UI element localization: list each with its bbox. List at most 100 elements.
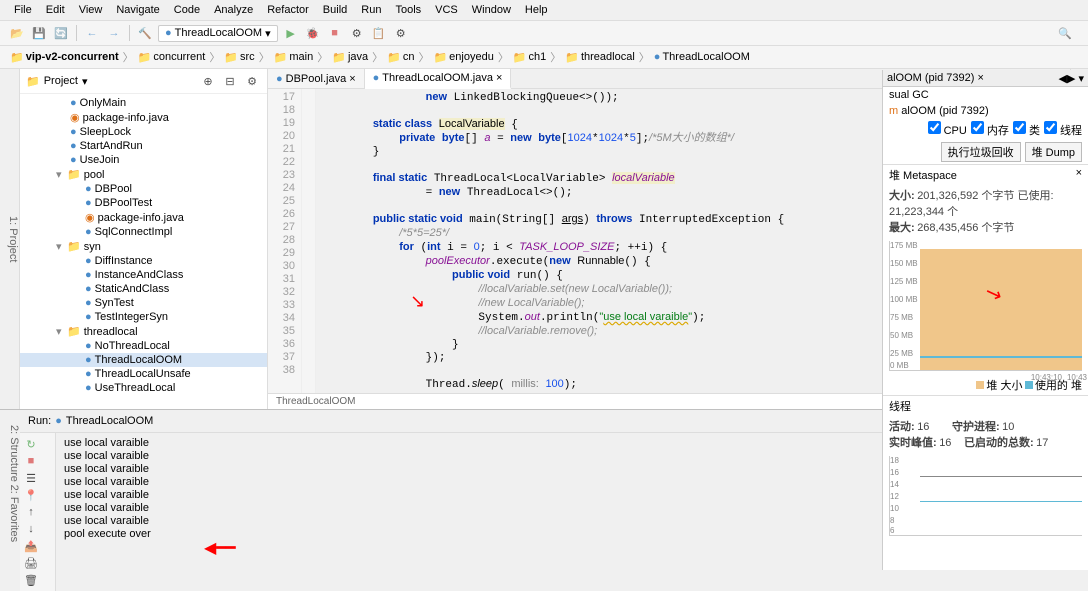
check-mem[interactable]: 内存 bbox=[971, 121, 1009, 138]
tree-item[interactable]: ● SynTest bbox=[20, 296, 267, 310]
tree-item[interactable]: ● UseJoin bbox=[20, 153, 267, 167]
target-icon[interactable]: ⊕ bbox=[199, 72, 217, 90]
profiler-sub[interactable]: sual GC bbox=[883, 87, 1088, 103]
stop-icon[interactable]: ■ bbox=[24, 454, 38, 468]
project-panel: 📁 Project ▾ ⊕ ⊟ ⚙ ● OnlyMain◉ package-in… bbox=[20, 69, 268, 409]
stop-icon[interactable]: ■ bbox=[326, 24, 344, 42]
rerun-icon[interactable]: ↻ bbox=[24, 437, 38, 451]
tree-item[interactable]: ● DBPoolTest bbox=[20, 196, 267, 210]
line-gutter[interactable]: 1718192021222324252627282930313233343536… bbox=[268, 89, 302, 393]
tree-item[interactable]: ● SleepLock bbox=[20, 125, 267, 139]
tree-item[interactable]: ◉ package-info.java bbox=[20, 110, 267, 125]
tree-item[interactable]: ● StaticAndClass bbox=[20, 282, 267, 296]
tree-item[interactable]: ▾📁 pool bbox=[20, 167, 267, 182]
bc-item[interactable]: 📁threadlocal bbox=[563, 51, 637, 64]
menu-help[interactable]: Help bbox=[519, 2, 554, 18]
chevron-down-icon: ▾ bbox=[265, 27, 271, 40]
menu-window[interactable]: Window bbox=[466, 2, 517, 18]
trash-icon[interactable]: 🗑 bbox=[24, 573, 38, 587]
menu-code[interactable]: Code bbox=[168, 2, 206, 18]
menu-tools[interactable]: Tools bbox=[389, 2, 427, 18]
check-class[interactable]: 类 bbox=[1013, 121, 1040, 138]
bc-item[interactable]: 📁src bbox=[222, 51, 256, 64]
open-icon[interactable]: 📂 bbox=[8, 24, 26, 42]
menu-view[interactable]: View bbox=[73, 2, 109, 18]
back-icon[interactable]: ← bbox=[83, 24, 101, 42]
icon-gutter[interactable] bbox=[302, 89, 316, 393]
tree-item[interactable]: ● TestIntegerSyn bbox=[20, 310, 267, 324]
heap-dump-button[interactable]: 堆 Dump bbox=[1025, 142, 1082, 162]
gear-icon[interactable]: ⚙ bbox=[243, 72, 261, 90]
heap-section-header[interactable]: 堆 Metaspace× bbox=[883, 164, 1088, 185]
menu-file[interactable]: File bbox=[8, 2, 38, 18]
close-icon[interactable]: × bbox=[496, 72, 502, 84]
sidebar-structure-tab[interactable]: 2: Structure bbox=[8, 425, 20, 482]
collapse-icon[interactable]: ⊟ bbox=[221, 72, 239, 90]
tree-item[interactable]: ● DBPool bbox=[20, 182, 267, 196]
menu-edit[interactable]: Edit bbox=[40, 2, 71, 18]
debug-icon[interactable]: 🐞 bbox=[304, 24, 322, 42]
up-icon[interactable]: ↑ bbox=[24, 505, 38, 519]
run-tab[interactable]: ThreadLocalOOM bbox=[66, 415, 153, 427]
print-icon[interactable]: 🖨 bbox=[24, 556, 38, 570]
left-tool-strip-2[interactable]: 2: Structure 2: Favorites bbox=[0, 410, 20, 557]
close-icon[interactable]: × bbox=[978, 72, 984, 84]
toolbar: 📂 💾 🔄 ← → 🔨 ● ThreadLocalOOM ▾ ▶ 🐞 ■ ⚙ 📋… bbox=[0, 21, 1088, 46]
bc-item[interactable]: 📁enjoyedu bbox=[431, 51, 495, 64]
chevron-down-icon[interactable]: ▾ bbox=[82, 75, 88, 88]
sidebar-favorites-tab[interactable]: 2: Favorites bbox=[8, 485, 20, 542]
bc-item[interactable]: 📁concurrent bbox=[136, 51, 208, 64]
check-cpu[interactable]: CPU bbox=[928, 121, 967, 138]
vcs-icon[interactable]: ⚙ bbox=[348, 24, 366, 42]
tree-item[interactable]: ◉ package-info.java bbox=[20, 210, 267, 225]
down-icon[interactable]: ↓ bbox=[24, 522, 38, 536]
menu-build[interactable]: Build bbox=[317, 2, 353, 18]
check-thread[interactable]: 线程 bbox=[1044, 121, 1082, 138]
class-icon: ● bbox=[165, 27, 172, 39]
bc-item[interactable]: 📁java bbox=[330, 51, 370, 64]
tree-item[interactable]: ● OnlyMain bbox=[20, 96, 267, 110]
menu-vcs[interactable]: VCS bbox=[429, 2, 464, 18]
tree-item[interactable]: ● NoThreadLocal bbox=[20, 339, 267, 353]
menu-run[interactable]: Run bbox=[355, 2, 387, 18]
search-icon[interactable]: 🔍 bbox=[1056, 24, 1074, 42]
tree-item[interactable]: ● StartAndRun bbox=[20, 139, 267, 153]
tree-item[interactable]: ● ThreadLocalUnsafe bbox=[20, 367, 267, 381]
tree-item[interactable]: ● ThreadLocalOOM bbox=[20, 353, 267, 367]
save-icon[interactable]: 💾 bbox=[30, 24, 48, 42]
profiler-tab[interactable]: alOOM (pid 7392) × ◀▶ ▾ bbox=[883, 70, 1088, 87]
tree-item[interactable]: ● SqlConnectImpl bbox=[20, 225, 267, 239]
tab-threadlocaloom[interactable]: ●ThreadLocalOOM.java× bbox=[365, 69, 512, 89]
tree-item[interactable]: ● InstanceAndClass bbox=[20, 268, 267, 282]
build-icon[interactable]: 🔨 bbox=[136, 24, 154, 42]
bc-item[interactable]: 📁cn bbox=[385, 51, 416, 64]
tree-item[interactable]: ● DiffInstance bbox=[20, 254, 267, 268]
pin-icon[interactable]: 📍 bbox=[24, 488, 38, 502]
left-tool-strip[interactable]: 1: Project bbox=[0, 69, 20, 409]
profiler-panel: alOOM (pid 7392) × ◀▶ ▾ sual GC m alOOM … bbox=[882, 70, 1088, 570]
project-tree[interactable]: ● OnlyMain◉ package-info.java● SleepLock… bbox=[20, 94, 267, 409]
bc-item[interactable]: 📁main bbox=[272, 51, 316, 64]
close-icon[interactable]: × bbox=[349, 73, 355, 85]
sidebar-project-tab[interactable]: 1: Project bbox=[7, 216, 19, 262]
tree-item[interactable]: ● UseThreadLocal bbox=[20, 381, 267, 395]
run-config-combo[interactable]: ● ThreadLocalOOM ▾ bbox=[158, 25, 278, 42]
refresh-icon[interactable]: 🔄 bbox=[52, 24, 70, 42]
menu-refactor[interactable]: Refactor bbox=[261, 2, 315, 18]
layout-icon[interactable]: ☰ bbox=[24, 471, 38, 485]
bc-item[interactable]: 📁ch1 bbox=[511, 51, 548, 64]
threads-section-header[interactable]: 线程 bbox=[883, 395, 1088, 416]
menu-analyze[interactable]: Analyze bbox=[208, 2, 259, 18]
tree-item[interactable]: ▾📁 threadlocal bbox=[20, 324, 267, 339]
bc-item[interactable]: ●ThreadLocalOOM bbox=[652, 51, 752, 63]
forward-icon[interactable]: → bbox=[105, 24, 123, 42]
menu-navigate[interactable]: Navigate bbox=[110, 2, 165, 18]
settings-icon[interactable]: ⚙ bbox=[392, 24, 410, 42]
export-icon[interactable]: 📤 bbox=[24, 539, 38, 553]
gc-button[interactable]: 执行垃圾回收 bbox=[941, 142, 1021, 162]
tab-dbpool[interactable]: ●DBPool.java× bbox=[268, 69, 365, 88]
run-icon[interactable]: ▶ bbox=[282, 24, 300, 42]
project-structure-icon[interactable]: 📋 bbox=[370, 24, 388, 42]
bc-root[interactable]: 📁vip-v2-concurrent bbox=[8, 51, 121, 64]
tree-item[interactable]: ▾📁 syn bbox=[20, 239, 267, 254]
